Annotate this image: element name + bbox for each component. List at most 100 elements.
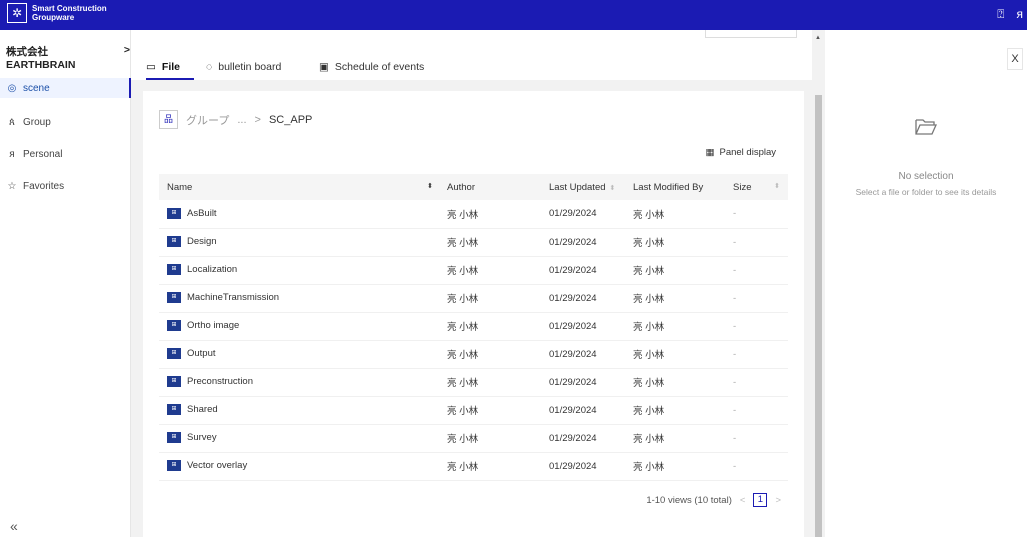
last-updated-cell: 01/29/2024 [541,284,625,313]
table-row[interactable]: ⊞ Localization 亮 小林 01/29/2024 亮 小林 - [159,256,788,285]
folder-icon: ⊞ [167,320,181,332]
company-selector[interactable]: 株式会社 EARTHBRAIN > [6,44,130,71]
tab-bulletin-board[interactable]: ◌ bulletin board [206,61,281,73]
author-cell: 亮 小林 [439,396,541,425]
file-name-cell[interactable]: ⊞ Survey [159,424,439,453]
last-updated-cell: 01/29/2024 [541,312,625,341]
details-panel: X No selection Select a file or folder t… [825,30,1027,537]
tab-label: Schedule of events [334,61,425,73]
chat-icon: ◌ [206,61,213,73]
file-name-cell[interactable]: ⊞ Localization [159,256,439,285]
breadcrumb-ellipsis[interactable]: ... [237,114,246,126]
size-cell: - [725,284,788,313]
last-modified-by-cell: 亮 小林 [625,424,725,453]
breadcrumb-separator: > [254,113,261,126]
size-cell: - [725,200,788,229]
table-row[interactable]: ⊞ Design 亮 小林 01/29/2024 亮 小林 - [159,228,788,257]
top-bar: ✲ Smart Construction Groupware ⍰ ᴙ [0,0,1027,30]
sort-icon[interactable]: ⬍ [427,182,433,190]
table-row[interactable]: ⊞ Preconstruction 亮 小林 01/29/2024 亮 小林 - [159,368,788,397]
empty-state-title: No selection [898,171,954,182]
empty-folder-icon [915,119,937,135]
file-name-cell[interactable]: ⊞ MachineTransmission [159,284,439,313]
folder-icon: ⊞ [167,460,181,472]
sort-icon[interactable]: ⬍ [774,182,780,190]
tab-schedule-of-events[interactable]: ▣ Schedule of events [319,61,424,73]
scrollbar[interactable]: ▲ [812,30,825,537]
table-row[interactable]: ⊞ Survey 亮 小林 01/29/2024 亮 小林 - [159,424,788,453]
table-row[interactable]: ⊞ Output 亮 小林 01/29/2024 亮 小林 - [159,340,788,369]
file-name-cell[interactable]: ⊞ Shared [159,396,439,425]
last-modified-by-cell: 亮 小林 [625,368,725,397]
pagination: 1-10 views (10 total) < 1 > [646,493,781,507]
search-field[interactable] [705,30,797,38]
column-last-modified-by[interactable]: Last Modified By [625,174,725,200]
panel-display-button[interactable]: ▦ Panel display [706,147,777,158]
last-updated-cell: 01/29/2024 [541,424,625,453]
file-name-cell[interactable]: ⊞ Output [159,340,439,369]
sidebar-item-personal[interactable]: ᴙ Personal [0,144,131,164]
breadcrumb-root[interactable]: グループ [186,112,229,128]
scroll-up-icon[interactable]: ▲ [815,35,821,41]
breadcrumb: 品 グループ ... > SC_APP [159,110,312,129]
page-number-button[interactable]: 1 [753,493,768,507]
last-updated-cell: 01/29/2024 [541,256,625,285]
scroll-thumb[interactable] [815,95,822,537]
folder-icon: ⊞ [167,292,181,304]
tab-file[interactable]: ▭ File [146,61,180,73]
close-details-button[interactable]: X [1007,48,1023,70]
file-table: Name ⬍ Author Last Updated ⬍ Last Modifie… [159,174,788,481]
table-row[interactable]: ⊞ Shared 亮 小林 01/29/2024 亮 小林 - [159,396,788,425]
last-updated-cell: 01/29/2024 [541,368,625,397]
sidebar-item-label: Group [23,116,51,128]
sort-icon[interactable]: ⬍ [610,185,616,192]
prev-page-button[interactable]: < [740,495,746,506]
help-icon[interactable]: ⍰ [997,7,1004,22]
table-row[interactable]: ⊞ Vector overlay 亮 小林 01/29/2024 亮 小林 - [159,452,788,481]
last-modified-by-cell: 亮 小林 [625,284,725,313]
folder-icon: ⊞ [167,208,181,220]
last-updated-cell: 01/29/2024 [541,228,625,257]
file-name-cell[interactable]: ⊞ Preconstruction [159,368,439,397]
tab-label: File [161,61,181,73]
empty-state-subtitle: Select a file or folder to see its detai… [855,187,997,197]
last-updated-cell: 01/29/2024 [541,200,625,229]
author-cell: 亮 小林 [439,340,541,369]
column-size[interactable]: Size ⬍ [725,174,788,200]
folder-icon: ⊞ [167,348,181,360]
app-logo[interactable]: ✲ Smart Construction Groupware [7,3,107,23]
table-row[interactable]: ⊞ Ortho image 亮 小林 01/29/2024 亮 小林 - [159,312,788,341]
last-updated-cell: 01/29/2024 [541,340,625,369]
last-modified-by-cell: 亮 小林 [625,340,725,369]
file-name-cell[interactable]: ⊞ Design [159,228,439,257]
author-cell: 亮 小林 [439,368,541,397]
collapse-sidebar-icon[interactable]: « [10,518,18,534]
column-last-updated[interactable]: Last Updated ⬍ [541,174,625,200]
active-tab-indicator [146,78,194,80]
user-icon[interactable]: ᴙ [1017,7,1024,22]
next-page-button[interactable]: > [775,495,781,506]
table-row[interactable]: ⊞ MachineTransmission 亮 小林 01/29/2024 亮 小林 - [159,284,788,313]
table-row[interactable]: ⊞ AsBuilt 亮 小林 01/29/2024 亮 小林 - [159,200,788,229]
table-header-row: Name ⬍ Author Last Updated ⬍ Last Modifie… [159,174,788,200]
folder-icon: ⊞ [167,404,181,416]
file-name-cell[interactable]: ⊞ Vector overlay [159,452,439,481]
size-cell: - [725,256,788,285]
app-name-line2: Groupware [32,13,75,22]
column-author[interactable]: Author [439,174,541,200]
sidebar-item-favorites[interactable]: ☆ Favorites [0,176,131,196]
author-cell: 亮 小林 [439,256,541,285]
group-folder-icon[interactable]: 品 [159,110,178,129]
chevron-right-icon: > [123,44,130,56]
sidebar-item-label: Favorites [23,180,65,192]
file-name-cell[interactable]: ⊞ AsBuilt [159,200,439,229]
size-cell: - [725,228,788,257]
folder-icon: ⊞ [167,432,181,444]
column-name[interactable]: Name ⬍ [159,174,439,200]
last-modified-by-cell: 亮 小林 [625,452,725,481]
sidebar-item-group[interactable]: ጰ Group [0,112,131,132]
author-cell: 亮 小林 [439,312,541,341]
file-name-cell[interactable]: ⊞ Ortho image [159,312,439,341]
sidebar-item-scene[interactable]: ◎ scene [0,78,131,98]
last-modified-by-cell: 亮 小林 [625,256,725,285]
